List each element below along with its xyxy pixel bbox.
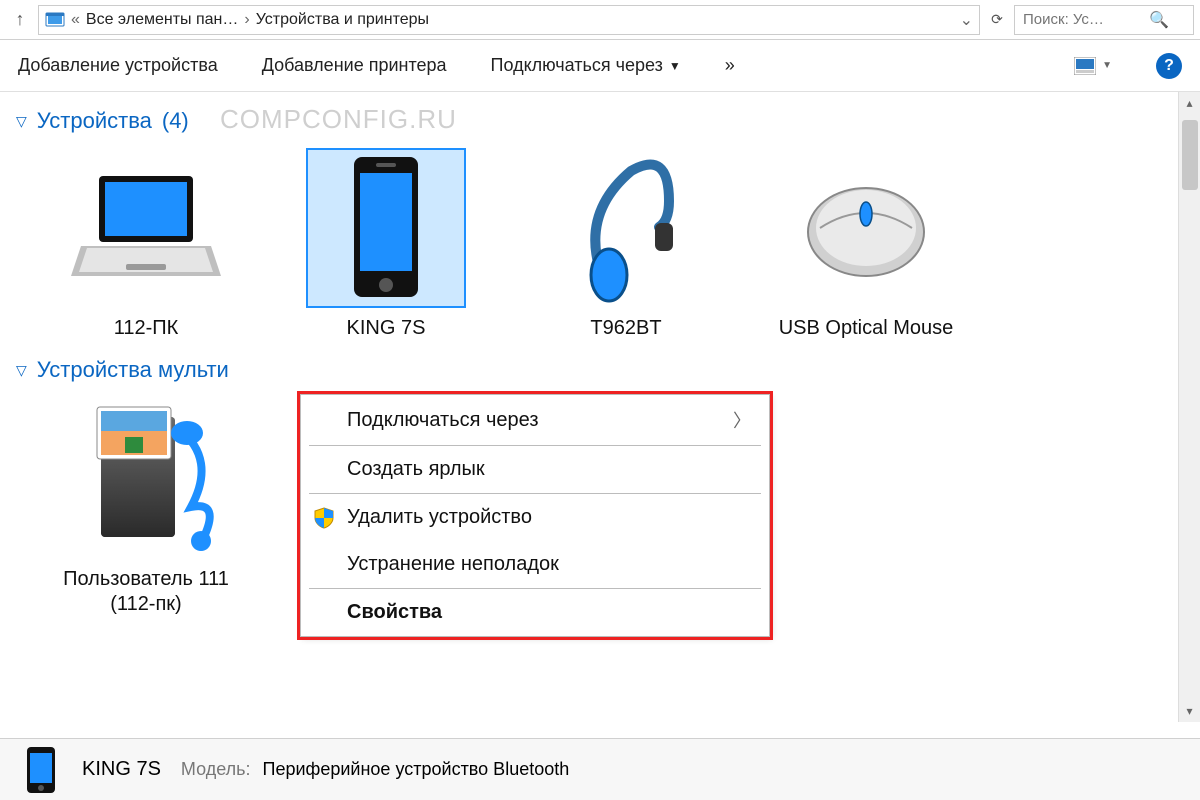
cm-create-shortcut[interactable]: Создать ярлык [301,446,769,493]
chevron-down-icon: ▽ [16,113,27,130]
chevron-down-icon: ▼ [669,59,681,73]
cm-remove-device[interactable]: Удалить устройство [301,494,769,541]
scrollbar-thumb[interactable] [1182,120,1198,190]
chevron-down-icon: ▼ [1102,60,1112,71]
uac-shield-icon [313,507,335,529]
nav-up-icon[interactable]: ↑ [6,6,34,34]
device-mouse[interactable]: USB Optical Mouse [776,148,956,341]
media-center-icon [66,389,226,559]
details-model-value: Периферийное устройство Bluetooth [263,759,570,780]
scrollbar-up-icon[interactable]: ▴ [1179,92,1200,114]
connect-via-label: Подключаться через [491,55,663,76]
address-bar: ↑ « Все элементы пан… › Устройства и при… [0,0,1200,40]
view-mode-button[interactable]: ▼ [1074,57,1112,75]
cm-connect-via[interactable]: Подключаться через 〉 [301,395,769,445]
add-device-label: Добавление устройства [18,55,218,76]
search-input[interactable] [1023,11,1143,28]
context-menu: Подключаться через 〉 Создать ярлык Удали… [300,394,770,637]
scrollbar-vertical[interactable]: ▴ ▾ [1178,92,1200,722]
chevron-left-icon: « [71,11,80,29]
scrollbar-down-icon[interactable]: ▾ [1179,700,1200,722]
laptop-icon [66,148,226,308]
details-name: KING 7S [82,758,161,781]
device-label: USB Optical Mouse [779,316,954,341]
breadcrumb-current[interactable]: Устройства и принтеры [256,11,429,29]
content-area: COMPCONFIG.RU ▽ Устройства (4) 112-ПК [0,92,1200,722]
help-icon[interactable]: ? [1156,53,1182,79]
breadcrumb[interactable]: « Все элементы пан… › Устройства и принт… [38,5,980,35]
details-grid: KING 7S Модель: Периферийное устройство … [82,758,569,781]
chevron-down-icon: ▽ [16,362,27,379]
thumbnails-icon [1074,57,1096,75]
chevron-right-icon: › [244,11,249,29]
chevron-right-icon: 〉 [733,407,751,433]
device-headset[interactable]: T962BT [536,148,716,341]
group-header-multimedia[interactable]: ▽ Устройства мульти [8,351,1200,389]
device-pc[interactable]: 112-ПК [56,148,236,341]
add-printer-button[interactable]: Добавление принтера [262,55,447,76]
group-devices-count: (4) [162,108,189,134]
mouse-icon [786,148,946,308]
search-box[interactable]: 🔍 [1014,5,1194,35]
cm-troubleshoot[interactable]: Устранение неполадок [301,541,769,588]
dropdown-chevron-icon[interactable]: ⌄ [960,10,973,30]
cm-properties[interactable]: Свойства [301,589,769,636]
bluetooth-headset-icon [546,148,706,308]
add-printer-label: Добавление принтера [262,55,447,76]
cm-item-label: Устранение неполадок [347,553,559,576]
refresh-icon[interactable]: ⟳ [984,6,1010,34]
toolbar: Добавление устройства Добавление принтер… [0,40,1200,92]
device-label: T962BT [590,316,661,341]
cm-item-label: Подключаться через [347,409,539,432]
control-panel-icon [45,10,65,30]
device-phone[interactable]: KING 7S [296,148,476,341]
search-icon[interactable]: 🔍 [1149,10,1169,30]
connect-via-button[interactable]: Подключаться через ▼ [491,55,681,76]
device-label: Пользователь 111 (112-пк) [56,567,236,617]
device-mediacenter[interactable]: Пользователь 111 (112-пк) [56,389,236,617]
add-device-button[interactable]: Добавление устройства [18,55,218,76]
devices-row: 112-ПК KING 7S T962BT [8,140,1200,345]
device-label: KING 7S [347,316,426,341]
cm-item-label: Создать ярлык [347,458,485,481]
smartphone-icon [306,148,466,308]
details-pane: KING 7S Модель: Периферийное устройство … [0,738,1200,800]
cm-item-label: Свойства [347,601,442,624]
breadcrumb-parent[interactable]: Все элементы пан… [86,11,238,29]
group-multimedia-label: Устройства мульти [37,357,229,383]
group-devices-label: Устройства [37,108,152,134]
cm-item-label: Удалить устройство [347,506,532,529]
toolbar-overflow-button[interactable]: » [725,55,735,76]
smartphone-icon [18,747,64,793]
toolbar-overflow-label: » [725,55,735,76]
group-header-devices[interactable]: ▽ Устройства (4) [8,102,1200,140]
details-model-key: Модель: [181,759,251,780]
device-label: 112-ПК [114,316,179,341]
